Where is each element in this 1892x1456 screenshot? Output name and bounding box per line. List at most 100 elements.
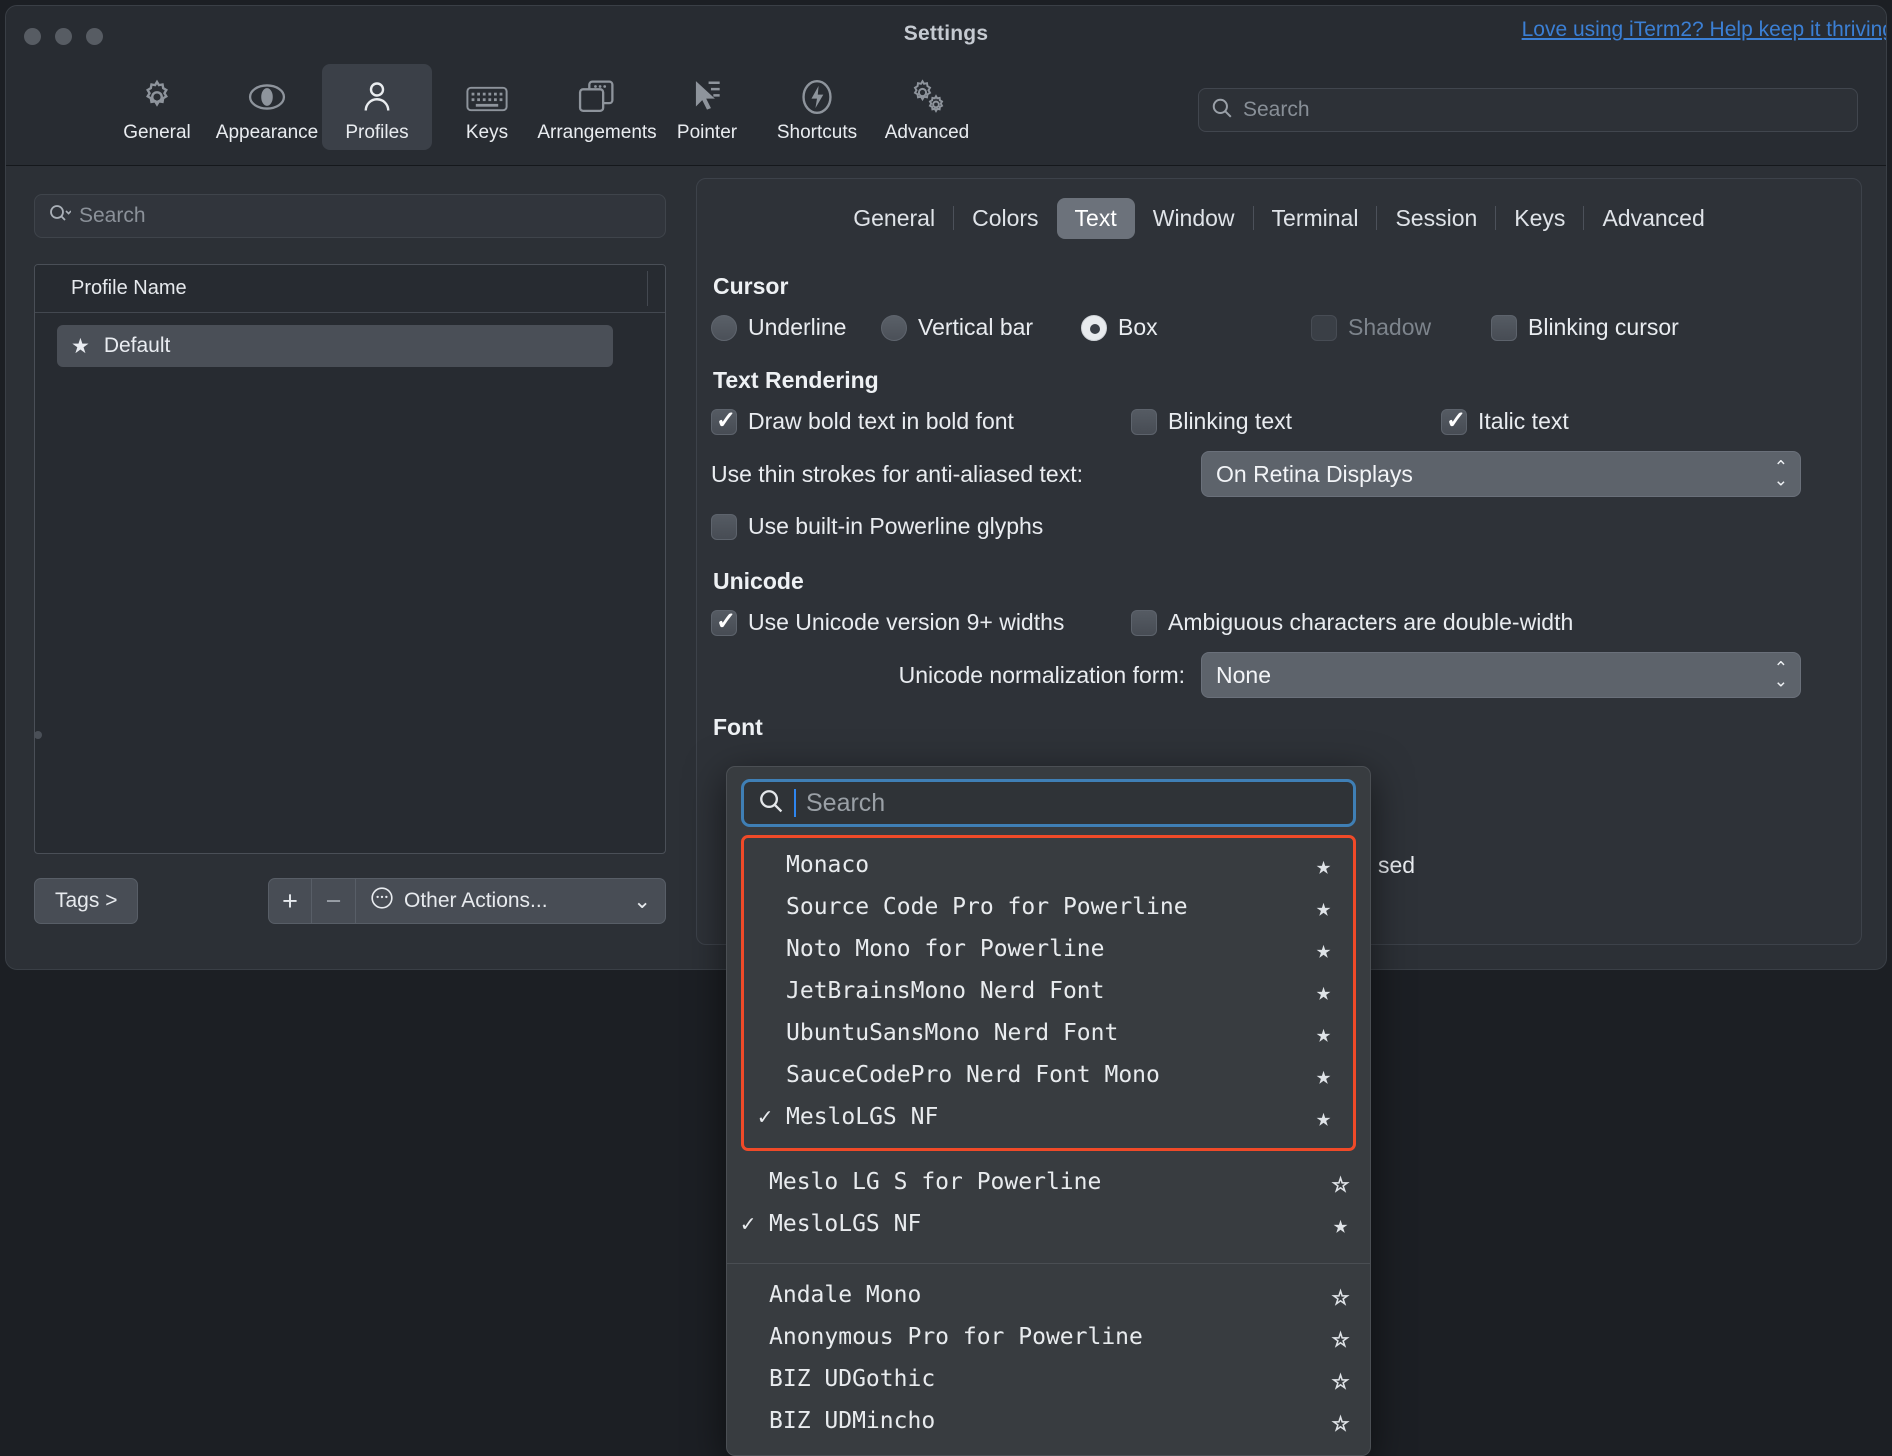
checkbox-icon xyxy=(711,406,737,435)
checkbox-ambiguous-double-width[interactable]: Ambiguous characters are double-width xyxy=(1131,609,1573,636)
profile-actions-group: + − Other Actions... ⌄ xyxy=(268,878,666,924)
toolbar-item-appearance[interactable]: Appearance xyxy=(212,64,322,150)
tab-keys[interactable]: Keys xyxy=(1496,198,1583,239)
star-outline-icon[interactable]: ★ xyxy=(1332,1406,1349,1437)
profile-search-input[interactable]: Search xyxy=(34,194,666,238)
toolbar-search[interactable]: Search xyxy=(1198,88,1858,132)
list-item[interactable]: Meslo LG S for Powerline ★ xyxy=(727,1161,1370,1203)
star-icon[interactable]: ★ xyxy=(1316,935,1331,964)
list-item[interactable]: Monaco ★ xyxy=(744,844,1353,886)
radio-icon xyxy=(1081,314,1107,341)
toolbar-item-advanced[interactable]: Advanced xyxy=(872,64,982,150)
toolbar: General Appearance Profiles Keys Arrange… xyxy=(6,64,1886,166)
column-header-profile-name[interactable]: Profile Name xyxy=(35,277,187,300)
toolbar-item-label: Arrangements xyxy=(537,122,657,143)
column-divider[interactable] xyxy=(647,271,648,306)
star-outline-icon[interactable]: ★ xyxy=(1332,1364,1349,1395)
list-item-selected[interactable]: ✓ MesloLGS NF ★ xyxy=(727,1203,1370,1245)
tab-text[interactable]: Text xyxy=(1056,197,1135,239)
radio-underline[interactable]: Underline xyxy=(711,314,881,341)
section-heading-unicode: Unicode xyxy=(713,568,804,594)
toolbar-item-label: Appearance xyxy=(215,122,319,143)
keyboard-icon xyxy=(466,72,508,116)
recent-group: Meslo LG S for Powerline ★ ✓ MesloLGS NF… xyxy=(727,1151,1370,1257)
font-name: Source Code Pro for Powerline xyxy=(786,894,1188,920)
table-row[interactable]: ★ Default xyxy=(57,325,613,367)
list-item[interactable]: Noto Mono for Powerline ★ xyxy=(744,928,1353,970)
list-item-selected[interactable]: ✓ MesloLGS NF ★ xyxy=(744,1096,1353,1138)
checkbox-blinking-cursor[interactable]: Blinking cursor xyxy=(1491,314,1679,341)
donate-link[interactable]: Love using iTerm2? Help keep it thriving xyxy=(1522,18,1886,42)
star-icon[interactable]: ★ xyxy=(1333,1210,1348,1239)
list-item[interactable]: Andale Mono ★ xyxy=(727,1274,1370,1316)
radio-icon xyxy=(711,314,737,341)
normalization-select[interactable]: None ⌃ ⌄ xyxy=(1201,652,1801,698)
radio-box[interactable]: Box xyxy=(1081,314,1311,341)
checkbox-icon xyxy=(1311,314,1337,341)
toolbar-item-pointer[interactable]: Pointer xyxy=(652,64,762,150)
thin-strokes-row: Use thin strokes for anti-aliased text: … xyxy=(711,451,1835,497)
toolbar-item-arrangements[interactable]: Arrangements xyxy=(537,64,657,150)
all-fonts-group: Andale Mono ★ Anonymous Pro for Powerlin… xyxy=(727,1264,1370,1454)
list-item[interactable]: Source Code Pro for Powerline ★ xyxy=(744,886,1353,928)
checkbox-unicode-9[interactable]: Use Unicode version 9+ widths xyxy=(711,607,1131,636)
star-outline-icon[interactable]: ★ xyxy=(1332,1322,1349,1353)
star-icon[interactable]: ★ xyxy=(1316,1103,1331,1132)
toolbar-item-keys[interactable]: Keys xyxy=(432,64,542,150)
cursor-options-row: Underline Vertical bar Box Shadow Blinki… xyxy=(711,314,1835,341)
other-actions-label: Other Actions... xyxy=(404,889,548,912)
toolbar-item-label: Advanced xyxy=(884,122,970,143)
check-icon: ✓ xyxy=(758,1104,772,1130)
other-actions-button[interactable]: Other Actions... ⌄ xyxy=(356,878,666,924)
star-icon[interactable]: ★ xyxy=(1316,1019,1331,1048)
tags-button[interactable]: Tags > xyxy=(34,878,139,924)
toolbar-item-label: General xyxy=(123,122,191,143)
star-outline-icon[interactable]: ★ xyxy=(1332,1167,1349,1198)
tab-terminal[interactable]: Terminal xyxy=(1254,198,1377,239)
font-name: SauceCodePro Nerd Font Mono xyxy=(786,1062,1160,1088)
star-icon[interactable]: ★ xyxy=(1316,1061,1331,1090)
profile-name: Default xyxy=(103,334,171,357)
toolbar-item-label: Profiles xyxy=(345,122,409,143)
remove-profile-button[interactable]: − xyxy=(312,878,356,924)
thin-strokes-select[interactable]: On Retina Displays ⌃ ⌄ xyxy=(1201,451,1801,497)
checkbox-shadow[interactable]: Shadow xyxy=(1311,314,1491,341)
checkbox-powerline[interactable]: Use built-in Powerline glyphs xyxy=(711,513,1043,540)
tab-window[interactable]: Window xyxy=(1135,198,1253,239)
checkbox-label: Ambiguous characters are double-width xyxy=(1168,609,1574,635)
list-item[interactable]: Anonymous Pro for Powerline ★ xyxy=(727,1316,1370,1358)
star-icon[interactable]: ★ xyxy=(1316,893,1331,922)
list-item[interactable]: JetBrainsMono Nerd Font ★ xyxy=(744,970,1353,1012)
toolbar-item-profiles[interactable]: Profiles xyxy=(322,64,432,150)
checkbox-blinking-text[interactable]: Blinking text xyxy=(1131,408,1441,435)
toolbar-item-label: Pointer xyxy=(676,122,738,143)
star-icon[interactable]: ★ xyxy=(1316,977,1331,1006)
list-item[interactable]: BIZ UDMincho ★ xyxy=(727,1400,1370,1442)
checkbox-draw-bold[interactable]: Draw bold text in bold font xyxy=(711,406,1131,435)
font-name: MesloLGS NF xyxy=(786,1104,939,1130)
radio-vertical-bar[interactable]: Vertical bar xyxy=(881,314,1081,341)
star-icon[interactable]: ★ xyxy=(1316,851,1331,880)
font-search-placeholder: Search xyxy=(806,788,886,817)
tab-advanced[interactable]: Advanced xyxy=(1584,198,1722,239)
star-outline-icon[interactable]: ★ xyxy=(1332,1280,1349,1311)
list-item[interactable]: UbuntuSansMono Nerd Font ★ xyxy=(744,1012,1353,1054)
toolbar-item-general[interactable]: General xyxy=(102,64,212,150)
tab-general[interactable]: General xyxy=(835,198,953,239)
pane-resize-handle[interactable] xyxy=(34,731,42,739)
chevron-down-icon: ⌄ xyxy=(633,889,651,913)
powerline-row: Use built-in Powerline glyphs xyxy=(711,513,1835,540)
list-item[interactable]: BIZ UDGothic ★ xyxy=(727,1358,1370,1400)
add-profile-button[interactable]: + xyxy=(268,878,312,924)
toolbar-item-shortcuts[interactable]: Shortcuts xyxy=(762,64,872,150)
toolbar-item-label: Keys xyxy=(465,122,509,143)
toolbar-item-label: Shortcuts xyxy=(776,122,858,143)
list-item[interactable]: SauceCodePro Nerd Font Mono ★ xyxy=(744,1054,1353,1096)
checkbox-italic-text[interactable]: Italic text xyxy=(1441,406,1569,435)
thin-strokes-label: Use thin strokes for anti-aliased text: xyxy=(711,460,1083,487)
tab-session[interactable]: Session xyxy=(1377,198,1495,239)
font-search-input[interactable]: Search xyxy=(741,779,1356,827)
checkbox-label: Use Unicode version 9+ widths xyxy=(748,609,1065,635)
tab-colors[interactable]: Colors xyxy=(954,198,1056,239)
font-name: UbuntuSansMono Nerd Font xyxy=(786,1020,1119,1046)
